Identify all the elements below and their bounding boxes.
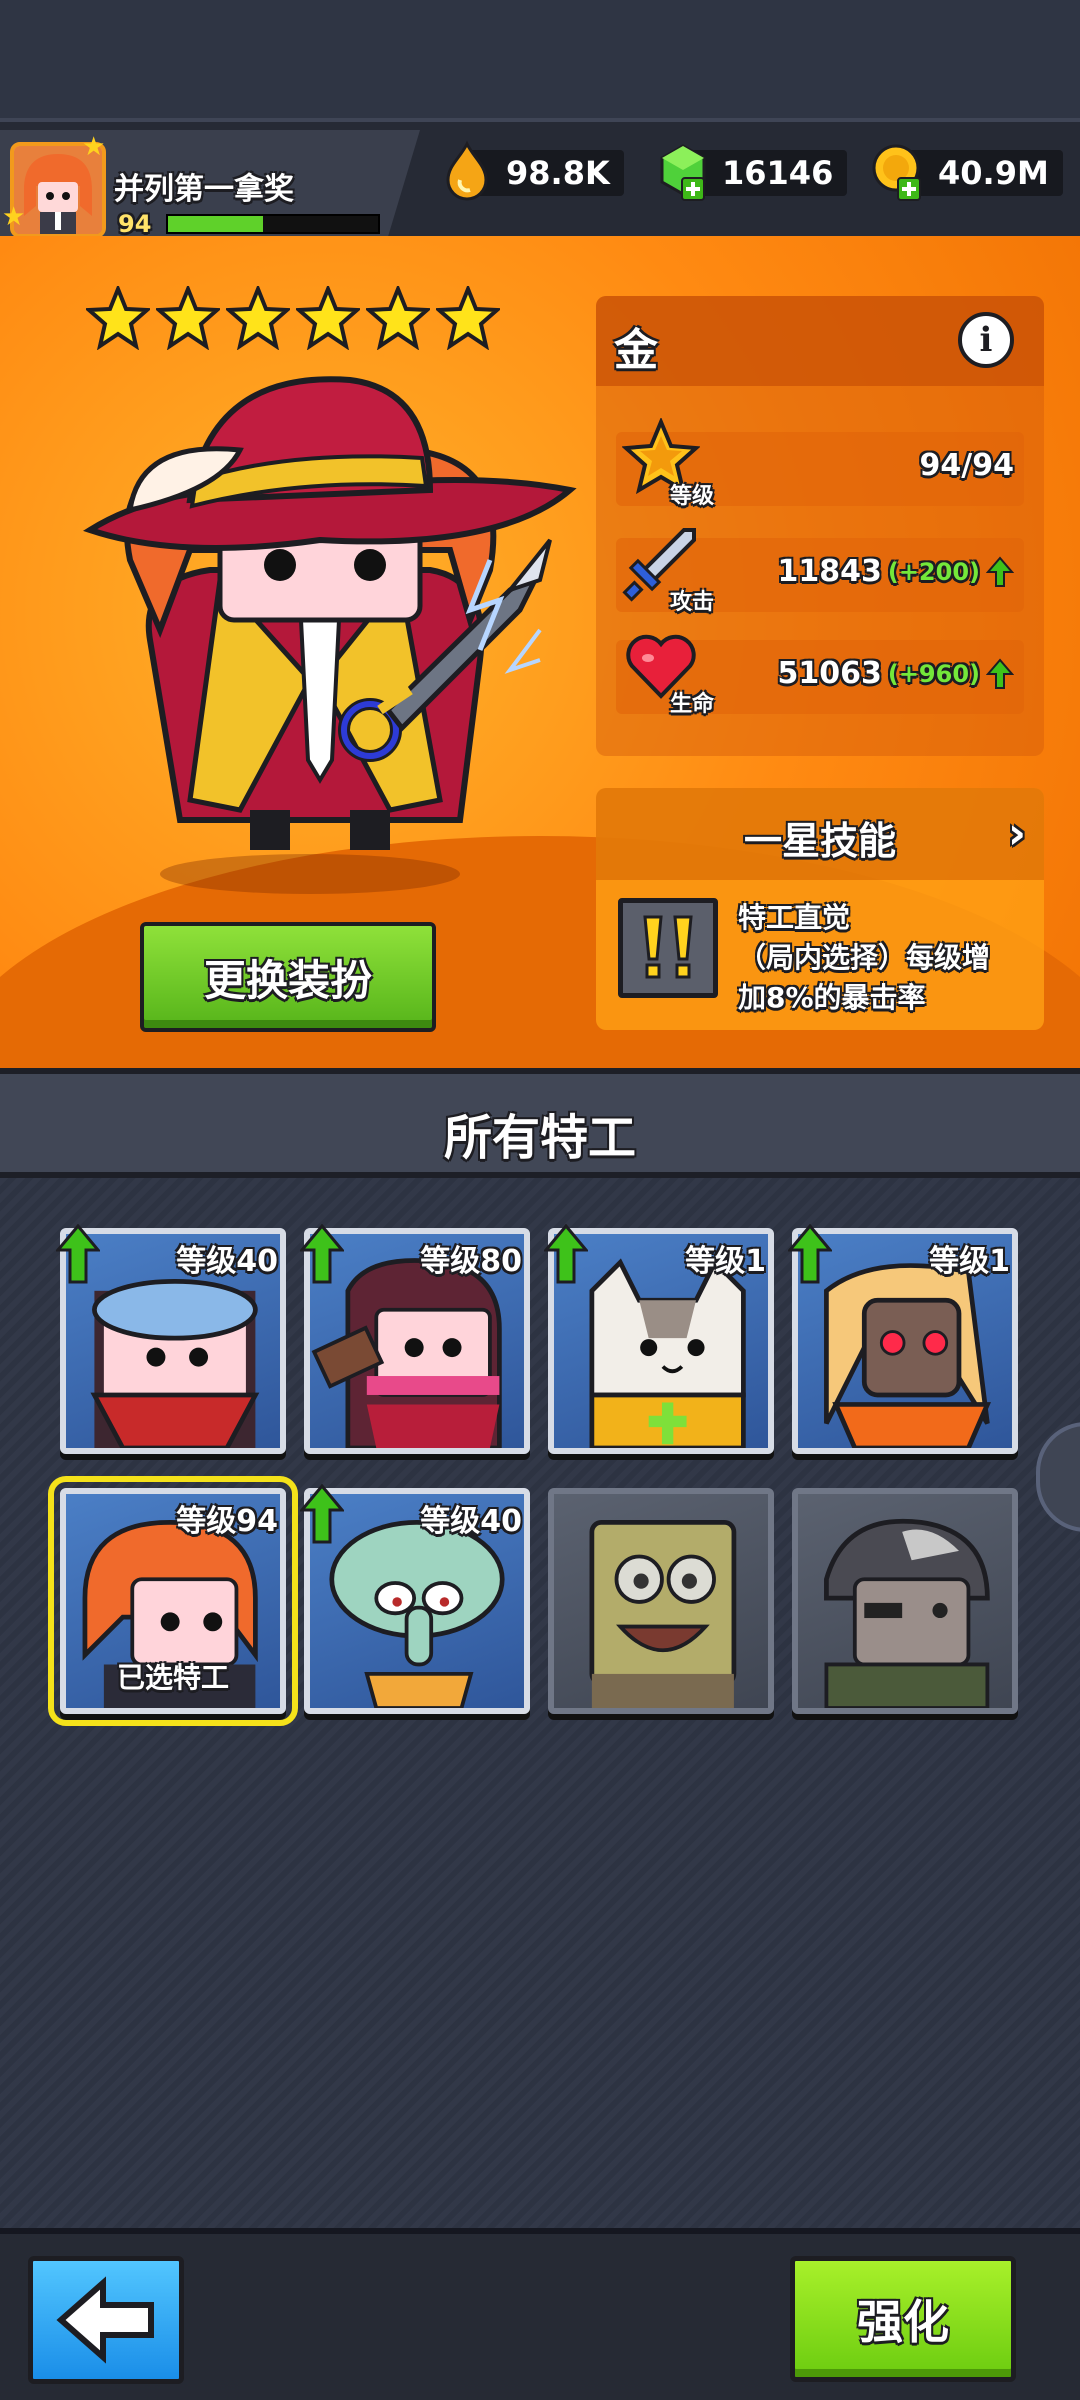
avatar-star-icon: ★ (2, 202, 26, 232)
chevron-right-icon[interactable]: › (1008, 808, 1026, 859)
hero-shadow (160, 854, 460, 894)
agent-card-locked[interactable] (792, 1488, 1018, 1714)
player-profile[interactable]: ★ ★ 并列第一拿奖 94 (0, 130, 420, 242)
agent-card-frame (548, 1488, 774, 1714)
agent-card[interactable]: 等级80 (300, 1224, 530, 1454)
hero-character-illustration (83, 376, 577, 850)
agent-card-locked[interactable] (548, 1488, 774, 1714)
skill-name: 特工直觉 (738, 901, 851, 934)
stat-value: 51063 (+960) (777, 656, 1014, 691)
player-name: 并列第一拿奖 (114, 172, 294, 207)
stat-label: 生命 (670, 692, 715, 717)
skill-panel[interactable]: 一星技能 › 特工直觉 （局内选择）每级增 加8%的暴击率 (596, 788, 1044, 1030)
stat-row-health: 生命 51063 (+960) (616, 634, 1024, 717)
agent-card-frame (792, 1488, 1018, 1714)
agent-card[interactable]: 等级40 (300, 1484, 530, 1714)
upgrade-arrow-icon (544, 1224, 588, 1284)
agent-card-selected[interactable]: 等级94 已选特工 (48, 1476, 298, 1726)
agent-level: 等级40 (420, 1504, 522, 1539)
enhance-button[interactable]: 强化 (790, 2256, 1016, 2382)
back-button[interactable] (28, 2256, 184, 2384)
skill-icon (618, 898, 718, 998)
stats-header: 金 i (596, 296, 1044, 386)
upgrade-arrow-icon (788, 1224, 832, 1284)
xp-bar-fill (168, 216, 263, 232)
exclamation-icon (643, 915, 693, 979)
gold-coin-plus-icon (872, 144, 921, 201)
agent-level: 等级1 (929, 1244, 1010, 1279)
up-arrow-icon (986, 657, 1014, 689)
stat-label: 等级 (670, 484, 715, 509)
back-arrow-icon (56, 2276, 154, 2364)
stat-label: 攻击 (670, 590, 715, 615)
status-bar-area (0, 0, 1080, 120)
stat-value-text: 94/94 (919, 448, 1014, 483)
stat-value-text: 11843 (777, 554, 882, 589)
stat-value: 94/94 (920, 448, 1014, 483)
stat-value-text: 51063 (777, 656, 882, 691)
flame-drop-icon (446, 140, 488, 201)
all-agents-header: 所有特工 (0, 1068, 1080, 1178)
agent-card[interactable]: 等级1 (788, 1224, 1018, 1454)
info-icon[interactable]: i (958, 312, 1014, 368)
hero-stats-panel: 金 i 等级 94/94 攻击 11843 (+200) 生命 51063 (+… (596, 296, 1044, 756)
agent-level: 等级1 (685, 1244, 766, 1279)
hero-showcase: 更换装扮 金 i 等级 94/94 攻击 11843 (+200) 生命 510… (0, 236, 1080, 1068)
green-gem-plus-icon (660, 144, 706, 201)
change-outfit-button[interactable]: 更换装扮 (140, 922, 436, 1032)
stat-row-attack: 攻击 11843 (+200) (616, 528, 1024, 615)
stat-bonus: (+960) (887, 659, 980, 688)
agent-level: 等级80 (420, 1244, 522, 1279)
upgrade-arrow-icon (56, 1224, 100, 1284)
agent-level: 等级40 (176, 1244, 278, 1279)
skill-desc-line: 加8%的暴击率 (738, 981, 926, 1014)
agent-level: 等级94 (176, 1504, 278, 1539)
agent-grid: 等级40 等级80 等级1 等级1 等级94 已选特工 等级40 (0, 1178, 1080, 2228)
stat-value: 11843 (+200) (777, 554, 1014, 589)
up-arrow-icon (986, 555, 1014, 587)
section-title: 所有特工 (443, 1110, 636, 1166)
bottom-nav: 强化 (0, 2228, 1080, 2400)
upgrade-arrow-icon (300, 1484, 344, 1544)
stat-bonus: (+200) (887, 557, 980, 586)
currency-gold[interactable]: 40.9M (868, 140, 1068, 201)
agent-card[interactable]: 等级40 (56, 1224, 286, 1454)
skill-header[interactable]: 一星技能 › (596, 788, 1044, 880)
selected-agent-tag: 已选特工 (116, 1661, 229, 1694)
hero-rarity: 金 (614, 325, 658, 376)
xp-bar (166, 214, 380, 234)
skill-description: 特工直觉 （局内选择）每级增 加8%的暴击率 (738, 898, 1038, 1018)
currency-flame[interactable]: 98.8K (436, 140, 626, 201)
agent-card[interactable]: 等级1 (544, 1224, 774, 1454)
currency-gem[interactable]: 16146 (652, 140, 848, 201)
avatar-star-icon: ★ (82, 132, 106, 162)
top-header: ★ ★ 并列第一拿奖 94 98.8K 16146 40.9M (0, 118, 1080, 242)
eyepatch-agent-portrait (824, 1518, 990, 1708)
skill-title: 一星技能 (743, 819, 896, 863)
sponge-agent-portrait (589, 1520, 737, 1708)
skill-desc-line: （局内选择）每级增 (738, 941, 991, 974)
upgrade-arrow-icon (300, 1224, 344, 1284)
player-level: 94 (118, 210, 152, 238)
stat-row-level: 等级 94/94 (616, 418, 1024, 509)
